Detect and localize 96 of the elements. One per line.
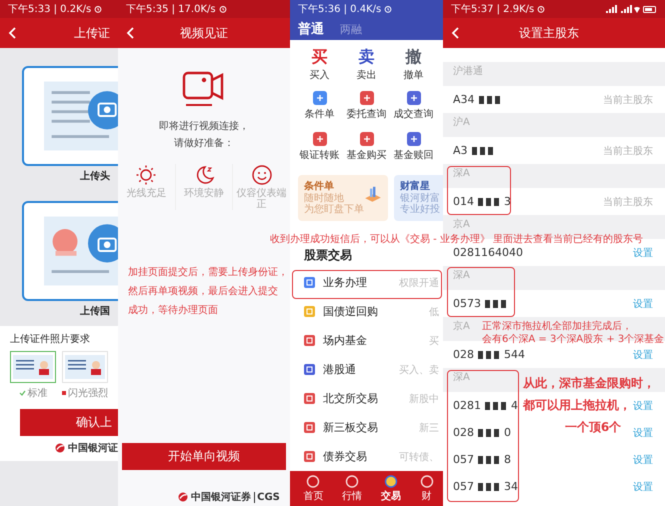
- action-glyph[interactable]: 撤: [406, 48, 422, 66]
- action-glyph[interactable]: 买: [312, 48, 328, 66]
- banner-text: 随时随地: [304, 193, 345, 204]
- annotation-text: 加挂页面提交后，需要上传身份证，: [128, 266, 288, 280]
- menu-hint: 可转债、: [399, 450, 439, 464]
- menu-label: 北交所交易: [323, 391, 379, 406]
- account-number-ending: 4: [511, 399, 518, 412]
- market-label: 京A: [453, 321, 470, 333]
- account-number: A34: [453, 93, 475, 106]
- account-number-ending: 0: [504, 426, 511, 439]
- market-label: 沪港通: [453, 66, 483, 78]
- account-number: 057: [453, 453, 474, 466]
- account-number-ending: 3: [504, 195, 511, 208]
- account-number-ending: 544: [504, 348, 525, 361]
- menu-hint: 新股中: [409, 392, 439, 406]
- banner-title: 条件单: [304, 180, 335, 192]
- menu-label: 场内基金: [323, 333, 368, 348]
- market-label: 深A: [453, 168, 470, 180]
- menu-hint: 买: [429, 334, 439, 348]
- brand-latin: CGS: [254, 492, 280, 502]
- market-label: 深A: [453, 270, 470, 282]
- account-tab[interactable]: 普通: [298, 20, 324, 38]
- account-number: 028: [453, 426, 474, 439]
- market-label: 沪A: [453, 117, 470, 129]
- action-label[interactable]: 买入: [310, 68, 330, 82]
- menu-hint: 买入、卖: [399, 364, 439, 376]
- menu-label: 债券交易: [323, 449, 368, 464]
- market-label: 深A: [453, 372, 470, 384]
- account-number-ending: 8: [504, 453, 511, 466]
- menu-hint: 权限开通: [399, 276, 439, 290]
- action-glyph[interactable]: 卖: [358, 48, 374, 66]
- tip-label: 仪容仪表端正: [236, 188, 288, 210]
- menu-label: 国债逆回购: [323, 304, 379, 319]
- status-text: 当前主股东: [603, 196, 653, 208]
- banner-text: 为您盯盘下单: [304, 204, 364, 215]
- nav-item[interactable]: 行情: [342, 474, 362, 502]
- nav-item[interactable]: 交易: [380, 474, 401, 502]
- annotation-text: 一个顶6个: [564, 419, 622, 436]
- action-label[interactable]: 卖出: [356, 68, 376, 82]
- screen-title: 视频见证: [180, 24, 228, 42]
- upload-caption: 上传国: [80, 304, 110, 318]
- screen-title: 设置主股东: [519, 24, 579, 42]
- brand-name: 中国银河证券: [191, 490, 252, 504]
- prompt-text: 即将进行视频连接，: [159, 120, 249, 134]
- account-number: 0573: [453, 297, 481, 310]
- tip-label: 光线充足: [126, 188, 166, 199]
- status-time: 下午5:36 | 0.4K/s: [298, 3, 382, 16]
- account-number: 0281164040: [453, 246, 523, 259]
- market-label: 京A: [453, 219, 470, 231]
- tip-label: 环境安静: [184, 188, 224, 199]
- menu-label: 港股通: [323, 362, 357, 377]
- annotation-text: 会有6个深A = 3个深A股东 + 3个深基金: [482, 333, 664, 346]
- menu-label: 新三板交易: [323, 420, 379, 435]
- annotation-text: 成功，等待办理页面: [128, 304, 218, 318]
- nav-item[interactable]: 财: [420, 474, 434, 502]
- account-number: A3: [453, 144, 468, 157]
- annotation-text: 正常深市拖拉机全部加挂完成后，: [482, 320, 632, 333]
- requirements-label: 上传证件照片要求: [10, 332, 91, 346]
- status-text: 当前主股东: [603, 94, 653, 106]
- screen-title: 上传证: [74, 24, 110, 42]
- upload-caption: 上传头: [80, 170, 110, 183]
- promo-banner[interactable]: 条件单 随时随地 为您盯盘下单: [298, 175, 388, 221]
- tool-label[interactable]: 条件单: [304, 106, 334, 120]
- status-time: 下午5:37 | 2.9K/s: [451, 3, 534, 16]
- tool-label[interactable]: 银证转账: [300, 148, 340, 162]
- confirm-button[interactable]: 确认上: [20, 409, 118, 436]
- promo-banner[interactable]: 财富星 银河财富 专业好投: [394, 175, 443, 221]
- status-time: 下午5:33 | 0.2K/s: [8, 3, 92, 16]
- tool-label[interactable]: 成交查询: [394, 106, 434, 120]
- sample-label: 标准: [28, 386, 48, 400]
- start-video-button[interactable]: 开始单向视频: [122, 443, 286, 470]
- banner-text: 专业好投: [400, 204, 440, 215]
- account-number: 0281: [453, 399, 481, 412]
- banner-text: 银河财富: [400, 193, 440, 204]
- status-time: 下午5:35 | 17.0K/s: [126, 3, 216, 16]
- sample-label: 闪光强烈: [68, 386, 108, 400]
- annotation-text: 都可以用上拖拉机，: [523, 397, 631, 414]
- account-number-ending: 34: [504, 480, 518, 493]
- annotation-text: 然后再单项视频，最后会进入提交: [128, 284, 278, 299]
- tool-label[interactable]: 委托查询: [346, 106, 386, 120]
- account-number: 014: [453, 195, 474, 208]
- banner-title: 财富星: [400, 179, 431, 192]
- account-number: 057: [453, 480, 474, 493]
- brand-name: 中国银河证: [68, 442, 118, 455]
- menu-hint: 新三: [419, 422, 439, 434]
- action-label[interactable]: 撤单: [404, 68, 424, 82]
- menu-hint: 低: [429, 306, 439, 318]
- tool-label[interactable]: 基金购买: [346, 148, 386, 162]
- tool-label[interactable]: 基金赎回: [394, 148, 434, 162]
- account-number: 028: [453, 348, 474, 361]
- annotation-text: 收到办理成功短信后，可以从《交易 - 业务办理》 里面进去查看当前已经有的股东号: [270, 233, 644, 246]
- status-text: 当前主股东: [603, 144, 653, 158]
- prompt-text: 请做好准备：: [174, 136, 234, 151]
- annotation-text: 从此，深市基金限购时，: [523, 375, 655, 392]
- menu-label: 业务办理: [323, 275, 368, 290]
- nav-item[interactable]: 首页: [303, 474, 324, 502]
